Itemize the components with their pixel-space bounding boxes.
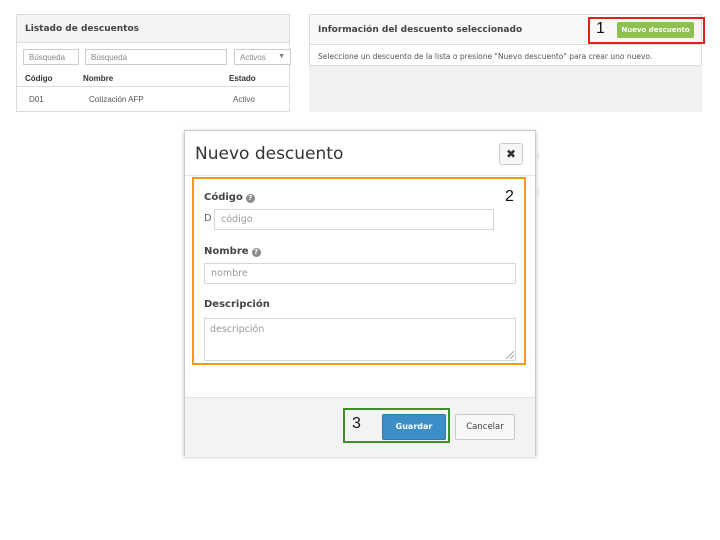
row-code: D01 xyxy=(29,95,44,104)
backdrop-edge-mark xyxy=(536,189,539,195)
code-filter-input[interactable]: Búsqueda xyxy=(23,49,79,65)
info-panel-message: Seleccione un descuento de la lista o pr… xyxy=(318,52,653,61)
column-header-name: Nombre xyxy=(83,74,114,83)
row-state: Activo xyxy=(233,95,255,104)
callout-box-1 xyxy=(588,17,705,44)
filter-row: Búsqueda Búsqueda Activos ▼ xyxy=(23,49,291,65)
column-header-code: Código xyxy=(25,74,53,83)
close-button[interactable]: ✖ xyxy=(499,143,523,165)
callout-number-3: 3 xyxy=(352,415,361,432)
close-icon: ✖ xyxy=(505,147,517,161)
list-panel-title: Listado de descuentos xyxy=(17,15,289,43)
state-filter-value: Activos xyxy=(240,53,266,62)
state-filter-select[interactable]: Activos ▼ xyxy=(234,49,291,65)
callout-box-2 xyxy=(192,177,526,365)
discount-list-panel: Listado de descuentos Búsqueda Búsqueda … xyxy=(16,14,291,112)
table-row[interactable]: D01 Cotización AFP Activo xyxy=(17,89,289,109)
modal-title: Nuevo descuento xyxy=(195,144,344,164)
table-header: Código Nombre Estado xyxy=(17,71,289,87)
name-filter-input[interactable]: Búsqueda xyxy=(85,49,227,65)
row-name: Cotización AFP xyxy=(89,95,144,104)
callout-number-2: 2 xyxy=(505,188,514,205)
modal-header-divider xyxy=(185,175,535,176)
backdrop-edge-mark xyxy=(536,153,539,159)
chevron-down-icon: ▼ xyxy=(278,53,285,60)
cancel-button[interactable]: Cancelar xyxy=(455,414,515,440)
callout-number-1: 1 xyxy=(596,20,605,37)
column-header-state: Estado xyxy=(229,74,256,83)
